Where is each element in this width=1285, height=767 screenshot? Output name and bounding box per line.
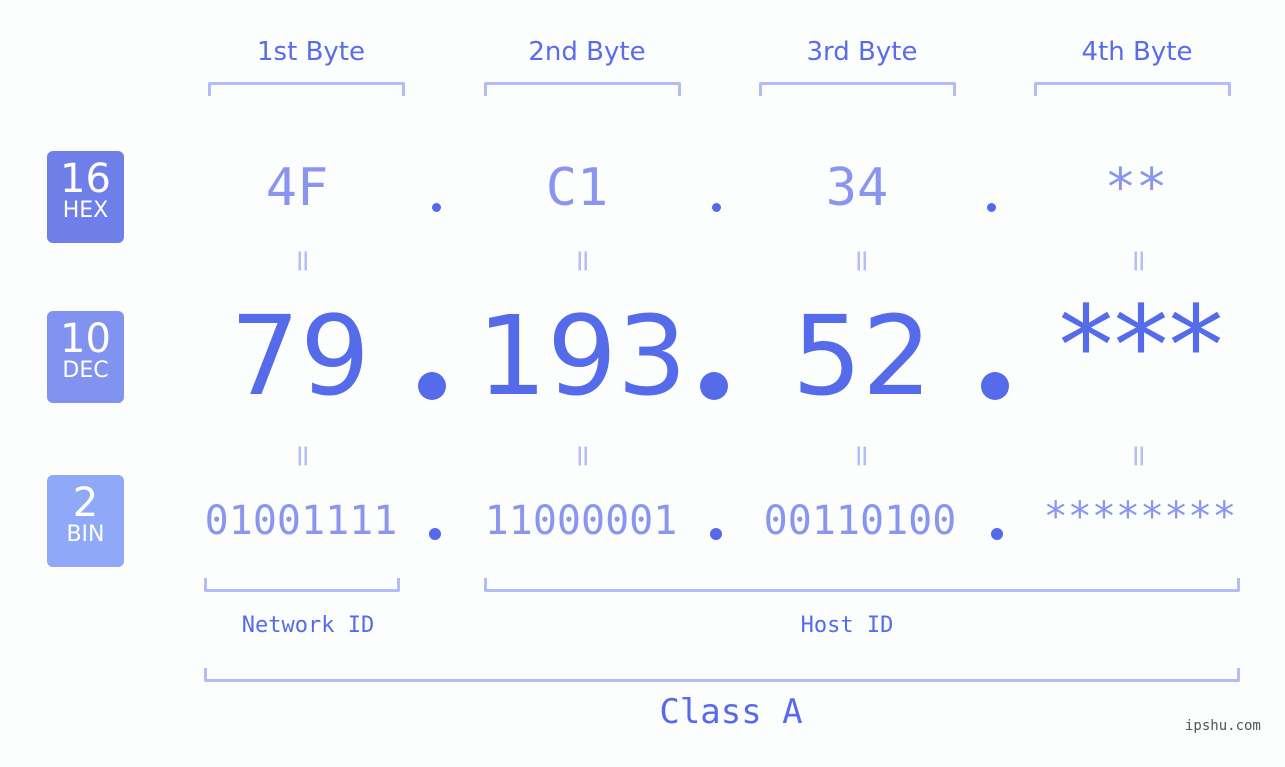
hex-value-4: ** bbox=[1104, 158, 1168, 218]
hex-separator-dot bbox=[987, 203, 996, 212]
dec-separator-dot bbox=[418, 372, 446, 400]
equals-glyph: = bbox=[285, 443, 321, 469]
host-id-bracket bbox=[484, 578, 1240, 592]
byte-header-1: 1st Byte bbox=[257, 37, 365, 67]
class-label: Class A bbox=[659, 692, 803, 732]
equals-icon: = bbox=[1122, 244, 1157, 278]
dec-badge-label: DEC bbox=[62, 358, 109, 383]
bin-value-2: 11000001 bbox=[484, 498, 678, 544]
bin-badge: 2 BIN bbox=[47, 475, 124, 567]
hex-badge: 16 HEX bbox=[47, 151, 124, 243]
bin-value-1: 01001111 bbox=[204, 498, 398, 544]
equals-icon: = bbox=[1122, 439, 1157, 473]
dec-separator-dot bbox=[700, 372, 728, 400]
equals-glyph: = bbox=[844, 443, 880, 469]
equals-icon: = bbox=[286, 439, 321, 473]
equals-icon: = bbox=[845, 244, 880, 278]
dec-badge-number: 10 bbox=[60, 316, 111, 362]
brand-watermark: ipshu.com bbox=[1185, 718, 1261, 734]
equals-icon: = bbox=[286, 244, 321, 278]
byte-header-3: 3rd Byte bbox=[806, 37, 918, 67]
dec-value-4: *** bbox=[1058, 282, 1224, 410]
byte-header-4: 4th Byte bbox=[1081, 37, 1193, 67]
byte-bracket-4 bbox=[1034, 82, 1231, 96]
hex-separator-dot bbox=[432, 203, 441, 212]
host-id-label: Host ID bbox=[800, 613, 894, 638]
hex-badge-label: HEX bbox=[62, 198, 109, 223]
equals-glyph: = bbox=[565, 443, 601, 469]
equals-icon: = bbox=[845, 439, 880, 473]
equals-glyph: = bbox=[565, 248, 601, 274]
bin-badge-number: 2 bbox=[72, 480, 99, 526]
dec-badge: 10 DEC bbox=[47, 311, 124, 403]
hex-value-2: C1 bbox=[545, 158, 609, 218]
byte-bracket-3 bbox=[759, 82, 956, 96]
equals-glyph: = bbox=[1121, 248, 1157, 274]
equals-glyph: = bbox=[285, 248, 321, 274]
hex-value-3: 34 bbox=[825, 158, 889, 218]
bin-separator-dot bbox=[991, 528, 1003, 540]
network-id-label: Network ID bbox=[241, 613, 375, 638]
dec-value-3: 52 bbox=[792, 292, 932, 420]
byte-bracket-1 bbox=[208, 82, 405, 96]
byte-header-2: 2nd Byte bbox=[528, 37, 646, 67]
equals-glyph: = bbox=[844, 248, 880, 274]
dec-separator-dot bbox=[981, 372, 1009, 400]
bin-value-4: ******** bbox=[1043, 494, 1237, 540]
hex-value-1: 4F bbox=[265, 158, 329, 218]
bin-value-3: 00110100 bbox=[763, 498, 957, 544]
dec-value-1: 79 bbox=[230, 292, 370, 420]
hex-badge-number: 16 bbox=[60, 156, 111, 202]
equals-icon: = bbox=[566, 244, 601, 278]
class-bracket bbox=[204, 668, 1240, 682]
dec-value-2: 193 bbox=[477, 292, 687, 420]
bin-separator-dot bbox=[429, 528, 441, 540]
byte-bracket-2 bbox=[484, 82, 681, 96]
network-id-bracket bbox=[204, 578, 400, 592]
hex-separator-dot bbox=[712, 203, 721, 212]
bin-separator-dot bbox=[710, 528, 722, 540]
equals-icon: = bbox=[566, 439, 601, 473]
equals-glyph: = bbox=[1121, 443, 1157, 469]
bin-badge-label: BIN bbox=[66, 522, 105, 547]
